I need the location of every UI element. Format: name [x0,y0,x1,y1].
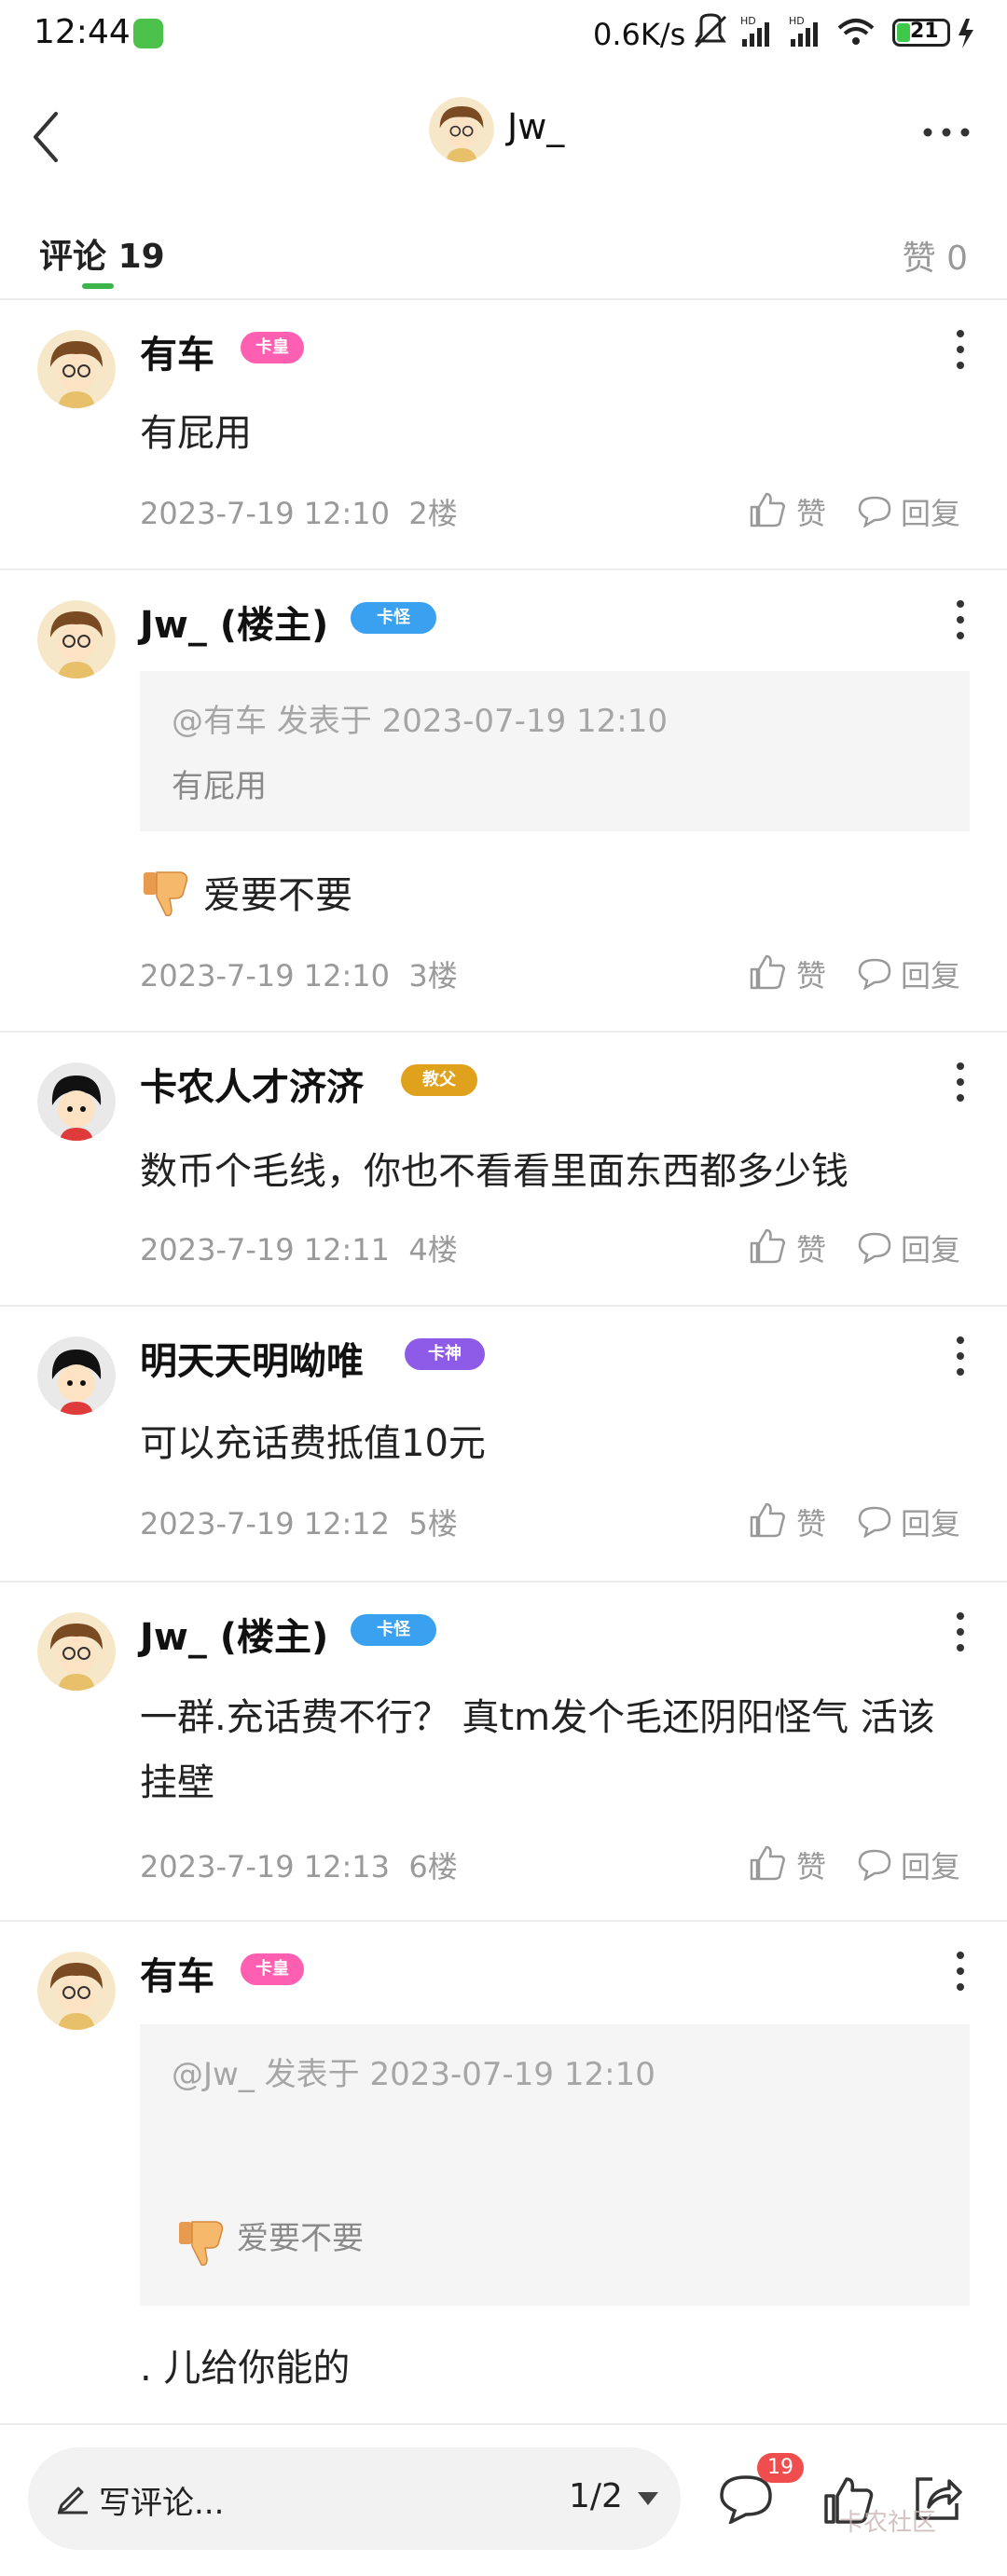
like-icon[interactable] [746,488,787,529]
like-icon[interactable] [746,1842,787,1883]
top-bar: Jw_ [0,67,1007,207]
svg-text:HD: HD [789,15,805,27]
network-speed: 0.6K/s [593,17,686,52]
write-comment-input[interactable]: 写评论... 1/2 [28,2447,681,2550]
avatar[interactable] [37,1612,116,1691]
comment-text: 一群.充话费不行？ 真tm发个毛还阴阳怪气 活该挂壁 [140,1696,935,1804]
page-indicator[interactable]: 1/2 [569,2477,623,2515]
username[interactable]: 卡农人才济济 [140,1057,364,1111]
write-comment-placeholder: 写评论... [99,2485,225,2522]
comment-tabs: 评论 19 赞 0 [0,207,1007,300]
tab-indicator [82,283,114,289]
quoted-comment: @有车 发表于 2023-07-19 12:10 有屁用 [140,671,970,831]
pen-icon [58,2487,88,2514]
page-title: Jw_ [507,106,565,147]
comment-text: 数币个毛线，你也不看看里面东西都多少钱 [140,1150,848,1193]
comment-meta: 2023-7-19 12:10 2楼 [140,496,458,531]
chevron-down-icon[interactable] [636,2490,660,2507]
avatar[interactable] [37,1062,116,1141]
reply-icon[interactable] [856,494,893,528]
quote-text: 爱要不要 [237,2220,364,2257]
like-label[interactable]: 赞 [796,1226,826,1269]
username[interactable]: Jw_ (楼主) [140,595,328,649]
level-badge: 卡怪 [351,1614,436,1646]
comment-meta: 2023-7-19 12:12 5楼 [140,1506,458,1541]
comment-meta: 2023-7-19 12:10 3楼 [140,958,458,993]
status-bar: 12:44 0.6K/s HD HD 21 [0,0,1007,67]
reply-label[interactable]: 回复 [901,952,960,995]
avatar[interactable] [37,1952,116,2030]
quote-header: @有车 发表于 2023-07-19 12:10 [172,703,668,740]
like-label[interactable]: 赞 [796,1500,826,1543]
username[interactable]: 有车 [140,324,214,378]
more-options-icon[interactable] [918,114,974,151]
reply-label[interactable]: 回复 [901,1500,960,1543]
reply-label[interactable]: 回复 [901,1226,960,1269]
reply-label[interactable]: 回复 [901,1843,960,1886]
battery-icon: 21 [892,19,950,47]
comment-more-icon[interactable] [951,1059,970,1105]
comment-item: 有车 卡皇 有屁用 2023-7-19 12:10 2楼 赞 回复 [0,298,1007,570]
comment-item: Jw_ (楼主) 卡怪 @有车 发表于 2023-07-19 12:10 有屁用… [0,569,1007,1033]
comment-count-badge: 19 [757,2453,804,2483]
like-label[interactable]: 赞 [796,490,826,533]
level-badge: 卡皇 [241,1953,304,1985]
username[interactable]: Jw_ (楼主) [140,1607,328,1661]
quote-header: @Jw_ 发表于 2023-07-19 12:10 [172,2056,655,2093]
comment-meta: 2023-7-19 12:13 6楼 [140,1849,458,1884]
back-arrow-icon[interactable] [22,104,78,170]
comment-item: 有车 卡皇 @Jw_ 发表于 2023-07-19 12:10 爱要不要 . 儿… [0,1920,1007,2423]
comment-text: 爱要不要 [203,874,352,917]
status-time: 12:44 [34,13,131,51]
username[interactable]: 明天天明呦唯 [140,1331,364,1385]
tab-comments[interactable]: 评论 19 [39,229,165,278]
avatar[interactable] [37,330,116,408]
thumbs-down-emoji-icon [179,2221,224,2267]
comment-item: Jw_ (楼主) 卡怪 一群.充话费不行？ 真tm发个毛还阴阳怪气 活该挂壁 2… [0,1581,1007,1922]
like-icon[interactable] [746,951,787,992]
thumbs-down-emoji-icon [144,871,188,917]
comment-more-icon[interactable] [951,1333,970,1379]
level-badge: 教父 [401,1064,477,1096]
comment-meta: 2023-7-19 12:11 4楼 [140,1232,458,1267]
reply-icon[interactable] [856,1230,893,1264]
level-badge: 卡神 [405,1338,485,1370]
avatar[interactable] [37,600,116,678]
svg-text:HD: HD [740,15,756,27]
level-badge: 卡皇 [241,332,304,363]
reply-icon[interactable] [856,1847,893,1881]
comment-more-icon[interactable] [951,326,970,373]
like-icon[interactable] [746,1225,787,1266]
notification-app-icon [133,19,163,48]
quoted-comment: @Jw_ 发表于 2023-07-19 12:10 爱要不要 [140,2024,970,2306]
tab-likes[interactable]: 赞 0 [903,231,968,280]
comment-item: 卡农人才济济 教父 数币个毛线，你也不看看里面东西都多少钱 2023-7-19 … [0,1031,1007,1307]
like-icon[interactable] [746,1499,787,1540]
author-avatar[interactable] [429,97,494,162]
comment-more-icon[interactable] [951,596,970,643]
comment-more-icon[interactable] [951,1609,970,1655]
comment-text: . 儿给你能的 [140,2347,351,2390]
like-label[interactable]: 赞 [796,952,826,995]
level-badge: 卡怪 [351,602,436,634]
comment-text: 有屁用 [140,412,252,455]
reply-icon[interactable] [856,956,893,990]
comment-item: 明天天明呦唯 卡神 可以充话费抵值10元 2023-7-19 12:12 5楼 … [0,1305,1007,1583]
username[interactable]: 有车 [140,1946,214,2000]
comment-more-icon[interactable] [951,1948,970,1994]
quote-text: 有屁用 [172,768,267,805]
reply-label[interactable]: 回复 [901,490,960,533]
reply-icon[interactable] [856,1504,893,1538]
bottom-bar: 写评论... 1/2 19 卡农社区 [0,2423,1007,2576]
comment-text: 可以充话费抵值10元 [140,1422,486,1465]
watermark: 卡农社区 [839,2509,937,2537]
avatar[interactable] [37,1336,116,1415]
like-label[interactable]: 赞 [796,1843,826,1886]
